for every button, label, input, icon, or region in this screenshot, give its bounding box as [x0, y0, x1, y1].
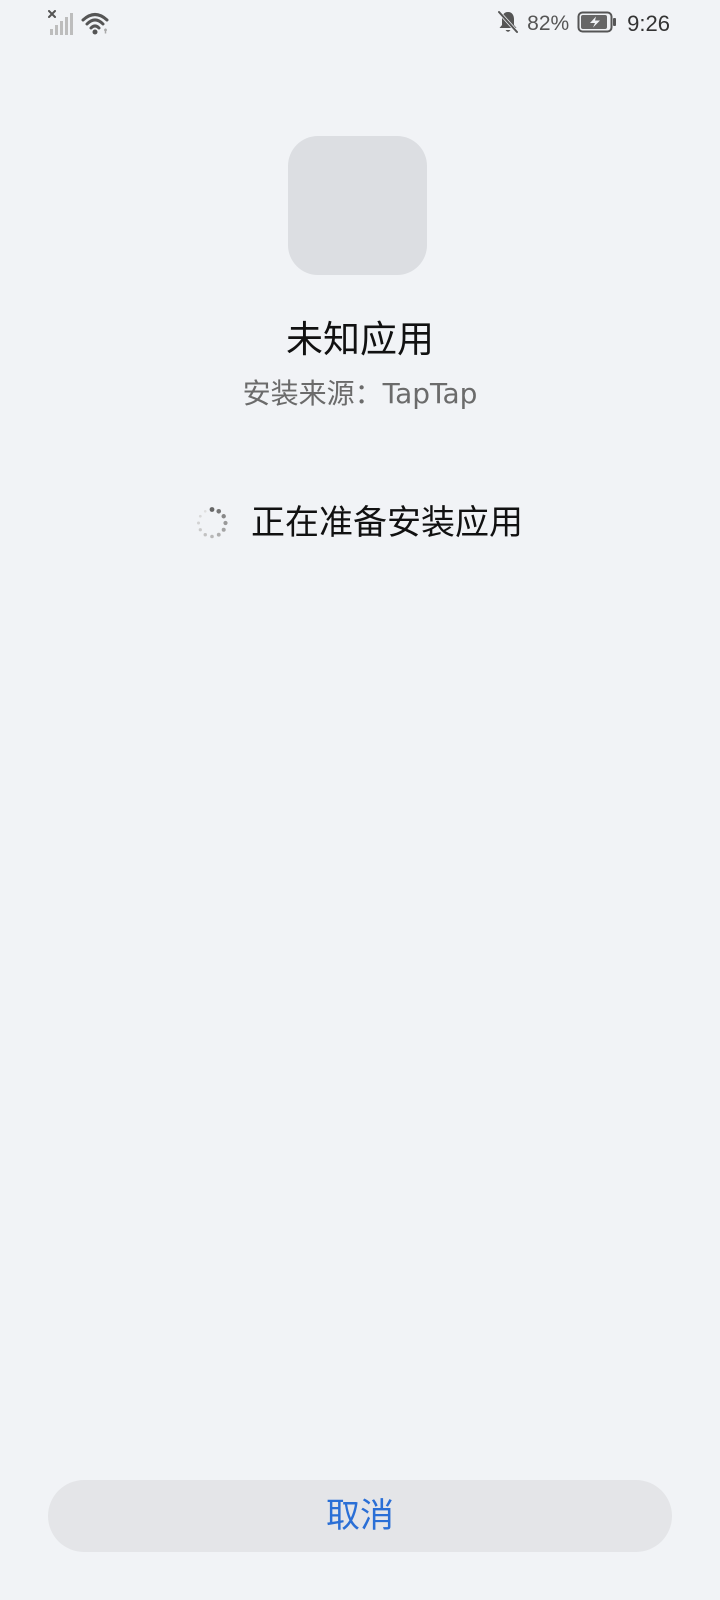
status-bar-right: 82% 9:26 [497, 10, 670, 38]
install-source: 安装来源：TapTap [242, 377, 478, 410]
loading-spinner-icon [195, 506, 229, 540]
status-bar: 82% 9:26 [0, 0, 720, 50]
signal-off-icon [48, 10, 74, 40]
wifi-icon [80, 10, 110, 40]
status-bar-left [48, 10, 110, 40]
bell-off-icon [497, 10, 519, 38]
cancel-button[interactable]: 取消 [48, 1480, 672, 1552]
app-name: 未知应用 [286, 318, 434, 361]
progress-text: 正在准备安装应用 [251, 503, 523, 543]
install-progress: 正在准备安装应用 [0, 498, 720, 548]
clock: 9:26 [627, 11, 670, 36]
cancel-label: 取消 [326, 1496, 394, 1536]
battery-percent: 82% [527, 12, 570, 35]
app-icon-placeholder [288, 136, 427, 275]
battery-charging-icon [577, 10, 617, 38]
